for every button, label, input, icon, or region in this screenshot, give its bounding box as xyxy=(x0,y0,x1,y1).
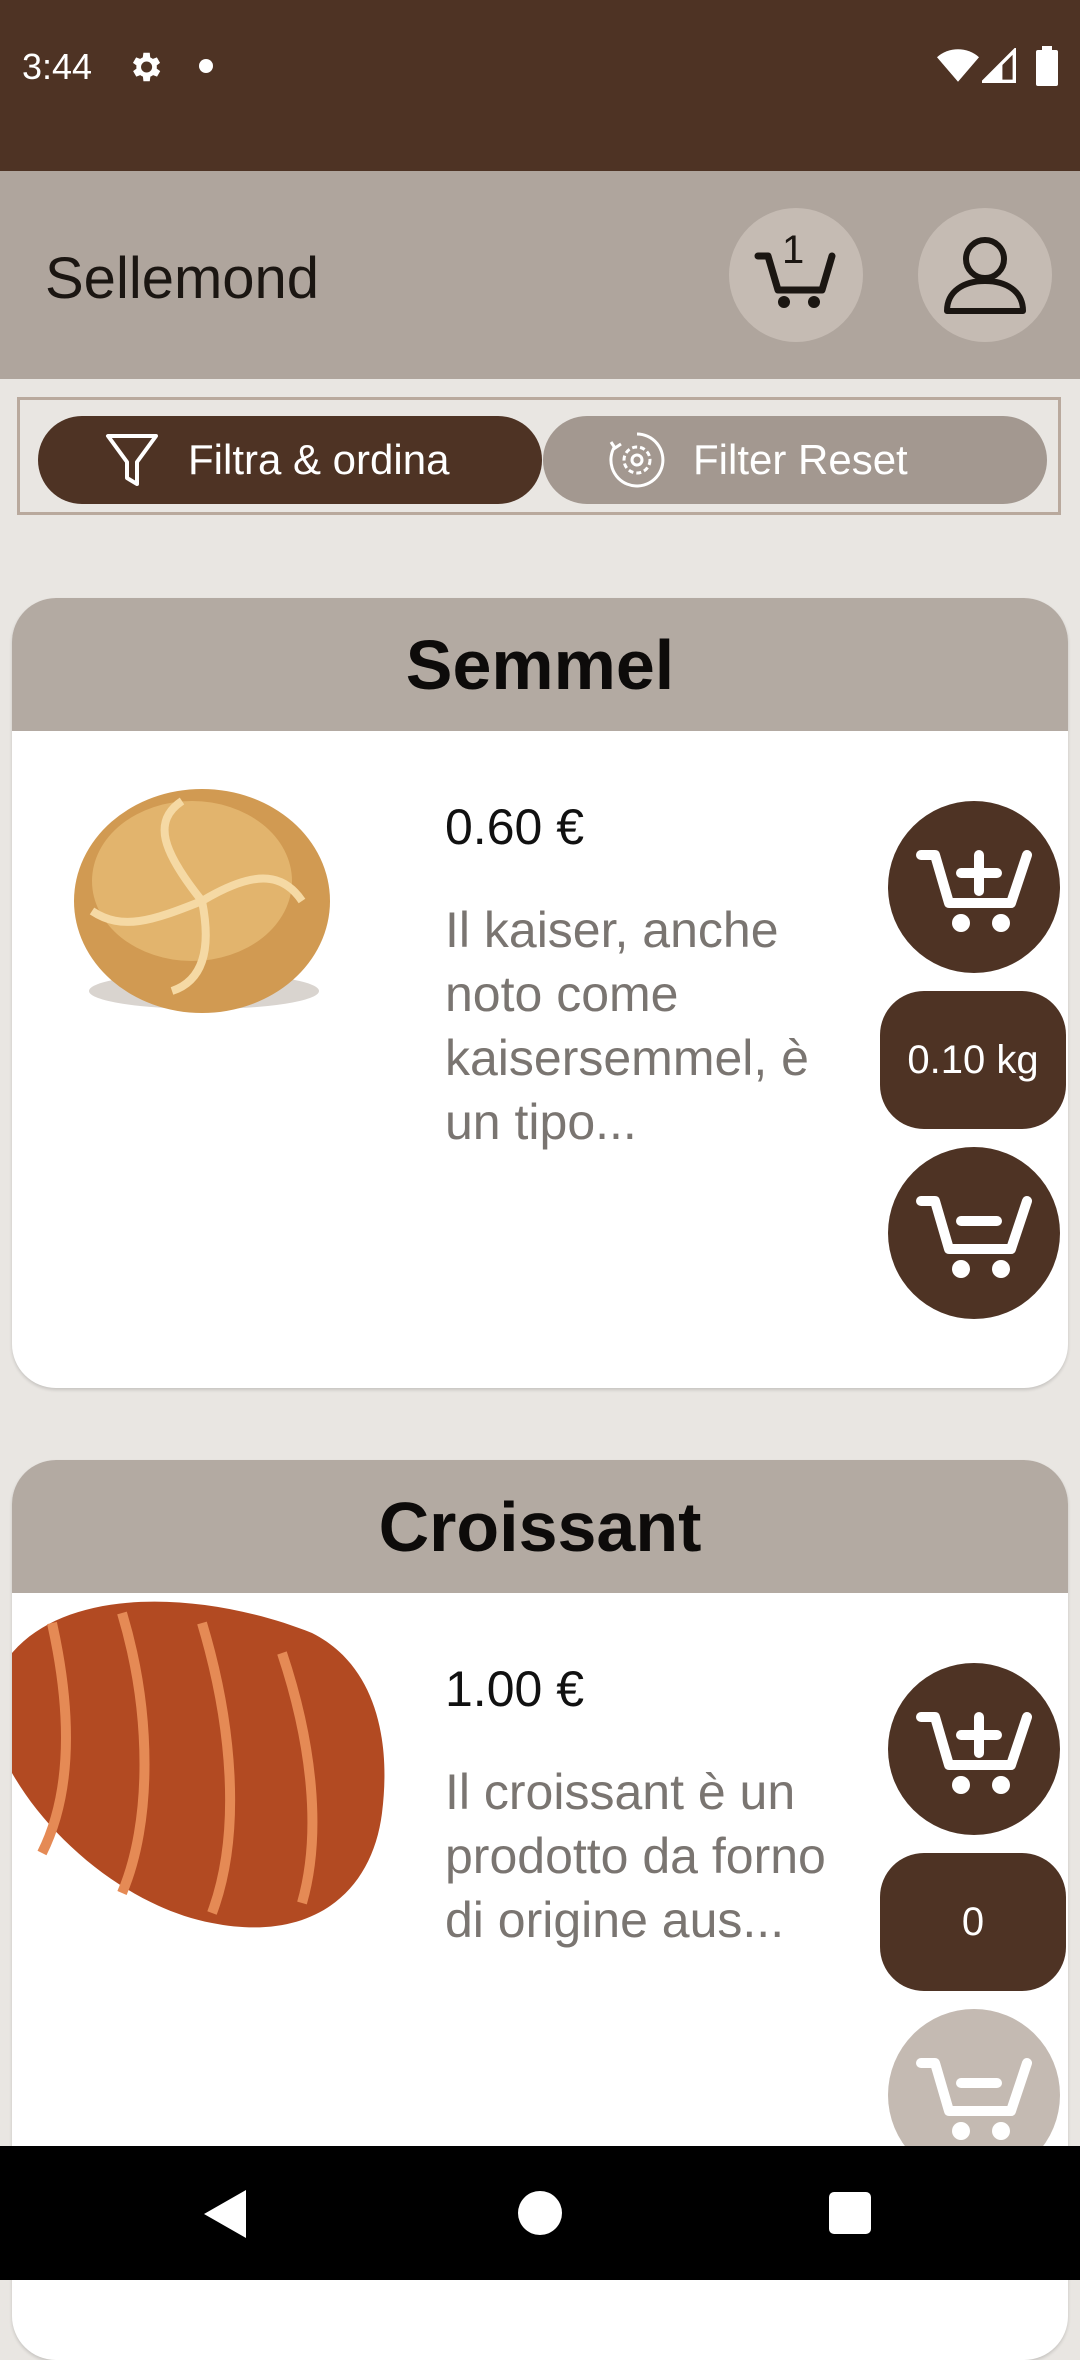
product-price: 1.00 € xyxy=(445,1661,585,1717)
filter-sort-label: Filtra & ordina xyxy=(188,436,450,483)
user-icon xyxy=(944,237,1026,314)
product-price: 0.60 € xyxy=(445,799,585,855)
cart-plus-icon xyxy=(916,850,1032,932)
kaiser-roll-image[interactable] xyxy=(12,731,392,1081)
app-title: Sellemond xyxy=(45,246,320,311)
product-description: Il kaiser, anche noto come kaisersemmel,… xyxy=(445,902,809,1150)
quantity-display: 0 xyxy=(880,1853,1066,1991)
product-name: Croissant xyxy=(378,1487,702,1566)
settings-icon xyxy=(132,52,161,82)
filter-reset-button[interactable]: Filter Reset xyxy=(543,416,1047,504)
add-to-cart-button[interactable] xyxy=(888,801,1060,973)
status-time: 3:44 xyxy=(22,46,93,87)
croissant-image[interactable] xyxy=(12,1593,392,1943)
cart-button[interactable]: 1 xyxy=(729,208,863,342)
battery-icon xyxy=(1036,46,1058,86)
filter-funnel-icon xyxy=(106,434,158,486)
cart-plus-icon xyxy=(916,1712,1032,1794)
cart-minus-icon xyxy=(916,1196,1032,1278)
notification-dot xyxy=(199,59,213,73)
add-to-cart-button[interactable] xyxy=(888,1663,1060,1835)
reset-gear-icon xyxy=(609,432,665,488)
back-icon[interactable] xyxy=(200,2188,250,2240)
product-header: Semmel xyxy=(12,598,1068,731)
product-description: Il croissant è un prodotto da forno di o… xyxy=(445,1764,826,1948)
profile-button[interactable] xyxy=(918,208,1052,342)
filter-sort-button[interactable]: Filtra & ordina xyxy=(38,416,542,504)
product-name: Semmel xyxy=(405,625,675,704)
product-card: Semmel 0.60 € Il kaiser, anche noto come… xyxy=(12,598,1068,1388)
signal-icon xyxy=(982,48,1016,83)
app-bar: Sellemond 1 xyxy=(0,171,1080,379)
status-bar: 3:44 xyxy=(0,0,1080,171)
recents-icon[interactable] xyxy=(829,2192,871,2234)
cart-count-badge: 1 xyxy=(782,228,805,272)
home-icon[interactable] xyxy=(518,2191,562,2235)
navigation-bar xyxy=(0,2146,1080,2280)
remove-from-cart-button[interactable] xyxy=(888,1147,1060,1319)
quantity-display: 0.10 kg xyxy=(880,991,1066,1129)
cart-minus-icon xyxy=(916,2058,1032,2140)
filter-bar: Filtra & ordina Filter Reset xyxy=(17,397,1061,515)
filter-reset-label: Filter Reset xyxy=(693,436,908,483)
product-header: Croissant xyxy=(12,1460,1068,1593)
wifi-icon xyxy=(937,49,979,82)
